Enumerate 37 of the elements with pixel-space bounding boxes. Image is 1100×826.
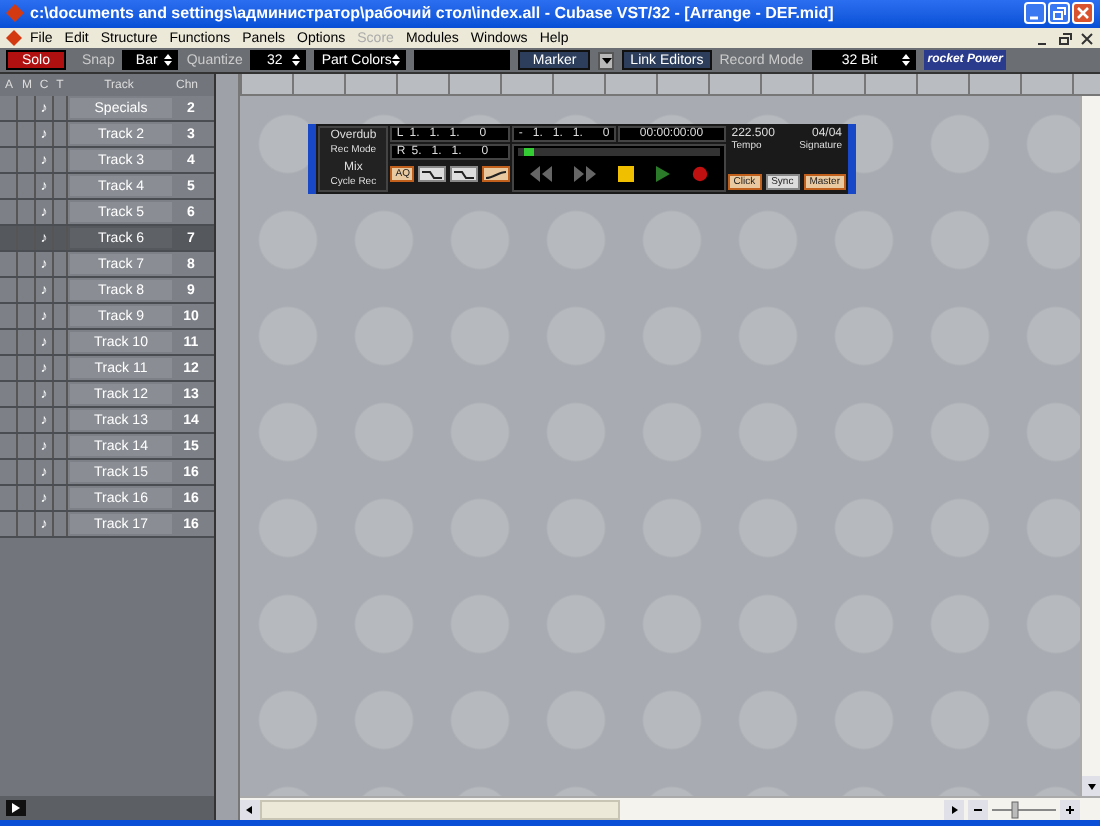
scroll-left-icon[interactable] xyxy=(240,799,260,819)
scroll-down-icon[interactable] xyxy=(1082,776,1100,796)
scroll-right-icon[interactable] xyxy=(944,799,964,819)
window-title: c:\documents and settings\администратор\рабочий стол\index.all - Cubase VST/32 - [Arrange - DEF.mid] xyxy=(30,5,834,21)
rewind-icon[interactable] xyxy=(529,165,552,181)
marker-dropdown[interactable] xyxy=(598,51,615,69)
line-step-icon xyxy=(422,169,443,179)
restore-button[interactable] xyxy=(1048,2,1070,24)
caret-icon xyxy=(601,57,612,63)
play-icon[interactable] xyxy=(656,165,671,181)
stop-icon[interactable] xyxy=(618,165,635,181)
spin-arrows-icon xyxy=(292,54,301,66)
fast-forward-icon[interactable] xyxy=(573,165,596,181)
position-slider[interactable] xyxy=(518,148,720,156)
zoom-out-icon[interactable] xyxy=(968,799,988,819)
spin-arrows-icon xyxy=(392,54,401,66)
edit-mode-button[interactable] xyxy=(418,166,447,182)
spin-arrows-icon xyxy=(164,54,173,66)
line-step-icon xyxy=(454,169,475,179)
close-icon xyxy=(1076,6,1090,20)
zoom-in-icon[interactable] xyxy=(1060,799,1080,819)
edit-mode-button[interactable] xyxy=(482,166,511,182)
curve-icon xyxy=(486,169,507,179)
close-button[interactable] xyxy=(1072,2,1094,24)
minimize-button[interactable] xyxy=(1024,2,1046,24)
restore-icon[interactable] xyxy=(1058,31,1072,45)
restore-icon xyxy=(1052,6,1066,20)
slider-thumb[interactable] xyxy=(524,148,535,156)
vertical-scrollbar[interactable] xyxy=(1080,96,1100,796)
edit-mode-button[interactable] xyxy=(450,166,479,182)
text-field[interactable] xyxy=(414,50,511,70)
expand-arrow-icon[interactable] xyxy=(6,800,26,816)
scroll-thumb[interactable] xyxy=(260,799,620,819)
close-icon[interactable] xyxy=(1080,31,1094,45)
spin-arrows-icon xyxy=(901,54,910,66)
record-icon[interactable] xyxy=(692,165,709,181)
zoom-slider-icon[interactable] xyxy=(988,799,1060,819)
